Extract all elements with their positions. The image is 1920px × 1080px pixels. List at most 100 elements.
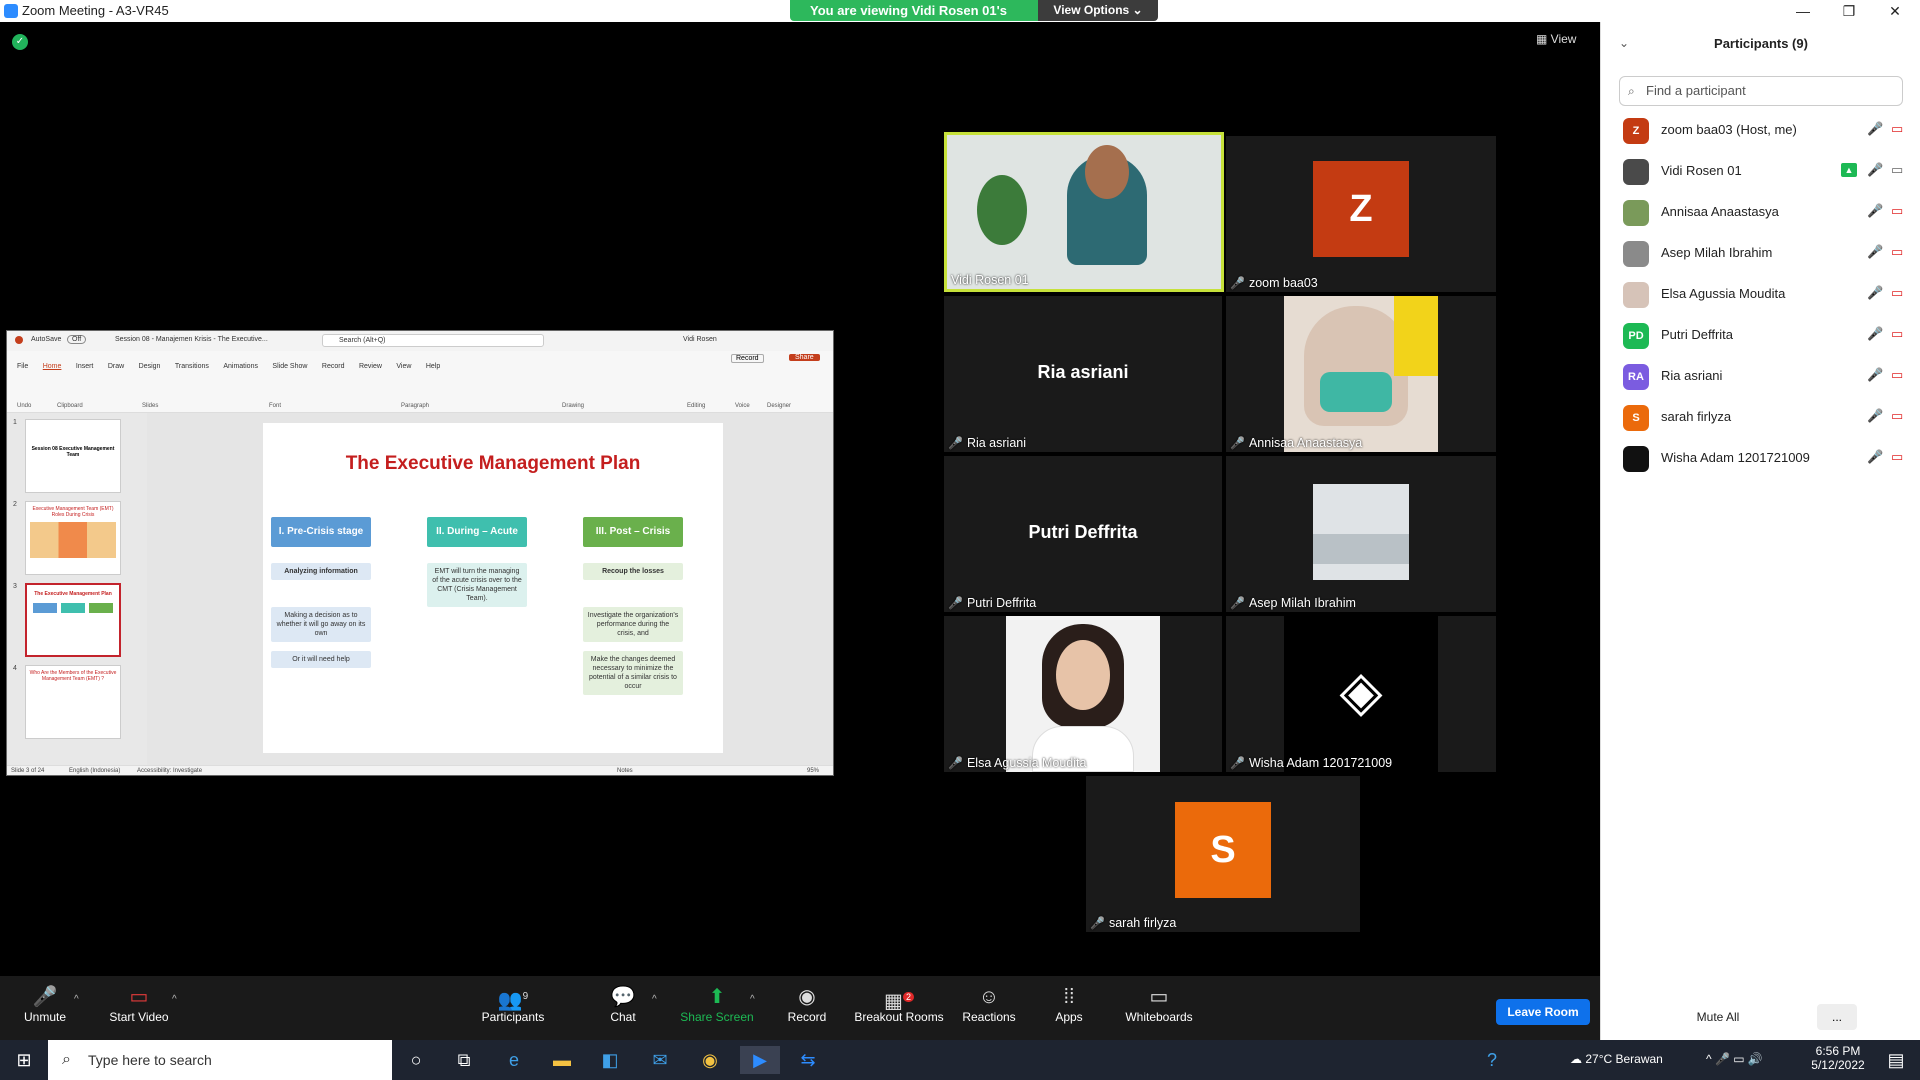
mic-muted-icon[interactable]: 🎤 — [1867, 449, 1883, 465]
mic-on-icon[interactable]: 🎤 — [1867, 162, 1883, 178]
whiteboards-button[interactable]: ▭ Whiteboards — [1114, 984, 1204, 1024]
restore-button[interactable]: ❐ — [1826, 0, 1872, 22]
participant-row[interactable]: Elsa Agussia Moudita 🎤 ▭ — [1601, 274, 1920, 315]
participant-row[interactable]: RA Ria asriani 🎤 ▭ — [1601, 356, 1920, 397]
breakout-badge: 2 — [902, 992, 914, 1002]
share-screen-button[interactable]: ⬆ Share Screen — [672, 984, 762, 1024]
zoom-taskbar-icon[interactable]: ▶ — [740, 1046, 780, 1074]
participant-name: Vidi Rosen 01 — [1661, 163, 1742, 178]
video-options-caret-icon[interactable]: ^ — [172, 994, 177, 1005]
help-icon[interactable]: ? — [1472, 1046, 1512, 1074]
apps-button[interactable]: ⁞⁞ Apps — [1024, 984, 1114, 1024]
mail-icon[interactable]: ✉ — [640, 1046, 680, 1074]
minimize-button[interactable]: — — [1780, 0, 1826, 22]
cortana-icon[interactable]: ○ — [396, 1046, 436, 1074]
audio-options-caret-icon[interactable]: ^ — [74, 994, 79, 1005]
notifications-icon[interactable]: ▤ — [1876, 1046, 1916, 1074]
taskbar-search-placeholder: Type here to search — [88, 1052, 212, 1068]
mic-muted-icon[interactable]: 🎤 — [1867, 244, 1883, 260]
view-options-button[interactable]: View Options ⌄ — [1038, 0, 1158, 21]
notes-toggle: Notes — [617, 768, 633, 774]
slide-title: The Executive Management Plan — [345, 453, 641, 474]
file-explorer-icon[interactable]: ▬ — [542, 1046, 582, 1074]
chat-caret-icon[interactable]: ^ — [652, 994, 657, 1005]
chrome-icon[interactable]: ◉ — [690, 1046, 730, 1074]
mic-muted-icon[interactable]: 🎤 — [1867, 121, 1883, 137]
video-tile-active-speaker[interactable]: Vidi Rosen 01 — [944, 132, 1224, 292]
video-tile[interactable]: ◈ 🎤 Wisha Adam 1201721009 — [1226, 616, 1496, 772]
participant-name: Asep Milah Ibrahim — [1661, 245, 1773, 260]
participants-icon: 👥9 — [497, 989, 529, 1012]
reactions-button[interactable]: ☺ Reactions — [944, 984, 1034, 1024]
view-layout-button[interactable]: ▦ View — [1536, 32, 1576, 52]
mic-muted-icon[interactable]: 🎤 — [1867, 326, 1883, 342]
mic-muted-icon[interactable]: 🎤 — [1867, 408, 1883, 424]
stage-during-crisis: II. During – Acute Crisis — [427, 517, 527, 567]
video-tile[interactable]: Putri Deffrita 🎤 Putri Deffrita — [944, 456, 1222, 612]
teamviewer-icon[interactable]: ⇆ — [788, 1046, 828, 1074]
avatar: Z — [1623, 118, 1649, 144]
participant-row[interactable]: Vidi Rosen 01 ▲ 🎤 ▭ — [1601, 151, 1920, 192]
find-participant-input[interactable]: ⌕ Find a participant — [1619, 76, 1903, 106]
tray-icons[interactable]: ^ 🎤 ▭ 🔊 — [1706, 1052, 1763, 1066]
video-tile[interactable]: S 🎤 sarah firlyza — [1086, 776, 1360, 932]
video-off-icon[interactable]: ▭ — [1891, 285, 1903, 301]
video-tile[interactable]: Z 🎤 zoom baa03 — [1226, 136, 1496, 292]
more-options-button[interactable]: ... — [1817, 1004, 1857, 1030]
leave-room-button[interactable]: Leave Room — [1496, 999, 1590, 1025]
tile-name-text: Asep Milah Ibrahim — [1248, 596, 1356, 610]
thumb-number: 1 — [13, 419, 17, 426]
slide-thumbnail-selected: The Executive Management Plan — [25, 583, 121, 657]
share-caret-icon[interactable]: ^ — [750, 994, 755, 1005]
video-tile[interactable]: Ria asriani 🎤 Ria asriani — [944, 296, 1222, 452]
weather-widget[interactable]: ☁ 27°C Berawan — [1570, 1052, 1663, 1066]
shared-screen[interactable]: AutoSave Off Session 08 - Manajemen Kris… — [6, 330, 834, 776]
pp-tab: File — [17, 363, 29, 370]
breakout-rooms-button[interactable]: ▦ 2 Breakout Rooms — [852, 984, 946, 1024]
tile-name-text: Putri Deffrita — [966, 596, 1037, 610]
video-off-icon[interactable]: ▭ — [1891, 367, 1903, 383]
video-tile[interactable]: 🎤 Elsa Agussia Moudita — [944, 616, 1222, 772]
participant-row[interactable]: Z zoom baa03 (Host, me) 🎤 ▭ — [1601, 110, 1920, 151]
participant-row[interactable]: PD Putri Deffrita 🎤 ▭ — [1601, 315, 1920, 356]
close-button[interactable]: ✕ — [1872, 0, 1918, 22]
clock[interactable]: 6:56 PM 5/12/2022 — [1808, 1044, 1868, 1072]
participant-row[interactable]: Asep Milah Ibrahim 🎤 ▭ — [1601, 233, 1920, 274]
tile-name: Vidi Rosen 01 — [951, 273, 1029, 287]
zoom-level: 95% — [807, 768, 820, 774]
edge-browser-icon[interactable]: e — [494, 1046, 534, 1074]
participant-name: Ria asriani — [1661, 368, 1723, 383]
video-off-icon[interactable]: ▭ — [1891, 121, 1903, 137]
participant-row[interactable]: Annisaa Anaastasya 🎤 ▭ — [1601, 192, 1920, 233]
autosave-label: AutoSave — [31, 336, 62, 343]
windows-start-icon[interactable]: ⊞ — [4, 1046, 44, 1074]
video-off-icon[interactable]: ▭ — [1891, 326, 1903, 342]
slide-thumbnail: Session 08 Executive Management Team — [25, 419, 121, 493]
start-video-button[interactable]: ▭ Start Video — [94, 984, 184, 1024]
tile-name-text: Wisha Adam 1201721009 — [1248, 756, 1393, 770]
mic-muted-icon[interactable]: 🎤 — [1867, 367, 1883, 383]
plant-decor — [977, 175, 1027, 245]
mute-all-button[interactable]: Mute All — [1685, 1004, 1751, 1030]
thumb-number: 3 — [13, 583, 17, 590]
screen-share-banner: You are viewing Vidi Rosen 01's screen V… — [790, 0, 1158, 39]
mic-muted-icon[interactable]: 🎤 — [1867, 203, 1883, 219]
participant-row[interactable]: Wisha Adam 1201721009 🎤 ▭ — [1601, 438, 1920, 479]
mic-muted-icon[interactable]: 🎤 — [1867, 285, 1883, 301]
store-icon[interactable]: ◧ — [590, 1046, 630, 1074]
participants-button[interactable]: 👥9 Participants — [468, 984, 558, 1024]
record-button[interactable]: ◉ Record — [762, 984, 852, 1024]
participant-row[interactable]: S sarah firlyza 🎤 ▭ — [1601, 397, 1920, 438]
video-off-icon[interactable]: ▭ — [1891, 203, 1903, 219]
video-off-icon[interactable]: ▭ — [1891, 408, 1903, 424]
taskbar-search-input[interactable]: ⌕ Type here to search — [48, 1040, 392, 1080]
task-view-icon[interactable]: ⧉ — [444, 1046, 484, 1074]
video-tile[interactable]: 🎤 Annisaa Anaastasya — [1226, 296, 1496, 452]
video-on-icon[interactable]: ▭ — [1891, 162, 1903, 178]
video-tile[interactable]: 🎤 Asep Milah Ibrahim — [1226, 456, 1496, 612]
video-off-icon[interactable]: ▭ — [1891, 244, 1903, 260]
muted-mic-icon: 🎤 — [1090, 916, 1105, 930]
video-off-icon[interactable]: ▭ — [1891, 449, 1903, 465]
encryption-shield-icon[interactable]: ✓ — [12, 34, 28, 50]
apps-icon: ⁞⁞ — [1063, 986, 1075, 1008]
